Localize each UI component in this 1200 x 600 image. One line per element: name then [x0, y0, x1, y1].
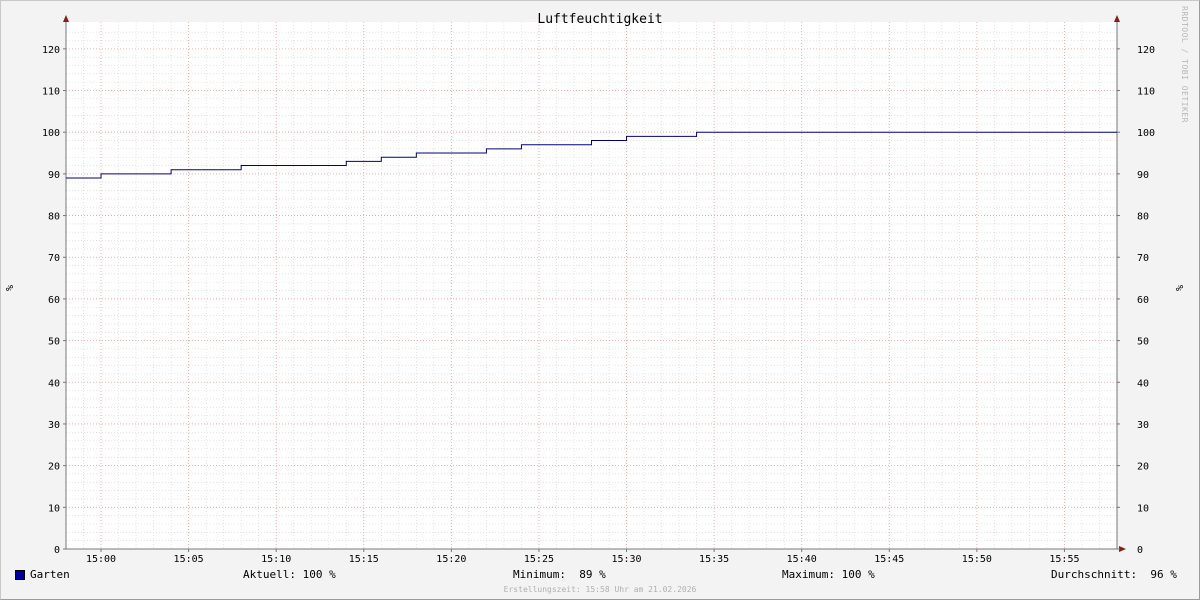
y-tick-label-right: 30 [1137, 420, 1149, 431]
y-tick-label-left: 30 [48, 420, 60, 431]
x-tick-label: 15:45 [874, 554, 904, 565]
y-tick-label-right: 80 [1137, 212, 1149, 223]
legend-average: Durchschnitt: 96 % [1051, 568, 1177, 581]
y-tick-label-right: 110 [1137, 87, 1155, 98]
x-tick-label: 15:15 [349, 554, 379, 565]
y-tick-label-right: 50 [1137, 337, 1149, 348]
rrdtool-watermark: RRDTOOL / TOBI OETIKER [1180, 6, 1189, 123]
x-tick-label: 15:10 [261, 554, 291, 565]
y-axis-label-left: % [5, 285, 16, 291]
x-tick-label: 15:40 [787, 554, 817, 565]
y-axis-label-right: % [1175, 285, 1186, 291]
y-tick-label-left: 110 [42, 87, 60, 98]
x-tick-label: 15:00 [86, 554, 116, 565]
y-tick-label-right: 60 [1137, 295, 1149, 306]
y-tick-label-left: 0 [54, 545, 60, 556]
legend-minimum: Minimum: 89 % [513, 568, 606, 581]
y-tick-label-left: 20 [48, 462, 60, 473]
y-tick-label-right: 40 [1137, 378, 1149, 389]
x-tick-label: 15:50 [962, 554, 992, 565]
legend: Garten Aktuell: 100 % Minimum: 89 % Maxi… [0, 568, 1200, 584]
x-tick-label: 15:05 [174, 554, 204, 565]
y-axis-right-arrow [1114, 15, 1120, 22]
y-tick-label-right: 10 [1137, 503, 1149, 514]
y-tick-label-right: 70 [1137, 253, 1149, 264]
x-tick-label: 15:55 [1049, 554, 1079, 565]
y-tick-label-left: 70 [48, 253, 60, 264]
y-axis-left-arrow [63, 15, 69, 22]
y-tick-label-left: 120 [42, 45, 60, 56]
y-tick-label-right: 100 [1137, 128, 1155, 139]
y-tick-label-right: 90 [1137, 170, 1149, 181]
x-tick-label: 15:35 [699, 554, 729, 565]
y-tick-label-right: 20 [1137, 462, 1149, 473]
x-axis-arrow [1119, 546, 1126, 552]
humidity-chart: 0 0 10 10 20 20 30 30 40 40 50 50 60 60 70 70 80 80 90 90 10… [5, 12, 1186, 565]
x-tick-label: 15:25 [524, 554, 554, 565]
legend-current: Aktuell: 100 % [243, 568, 336, 581]
x-tick-label: 15:20 [436, 554, 466, 565]
y-tick-label-left: 90 [48, 170, 60, 181]
x-tick-label: 15:30 [611, 554, 641, 565]
y-tick-label-left: 40 [48, 378, 60, 389]
chart-title: Luftfeuchtigkeit [537, 12, 662, 27]
y-tick-label-left: 50 [48, 337, 60, 348]
legend-series-name: Garten [30, 568, 70, 581]
y-tick-label-left: 80 [48, 212, 60, 223]
y-tick-label-left: 60 [48, 295, 60, 306]
y-tick-label-right: 120 [1137, 45, 1155, 56]
y-tick-label-left: 10 [48, 503, 60, 514]
legend-maximum: Maximum: 100 % [782, 568, 875, 581]
y-tick-label-right: 0 [1137, 545, 1143, 556]
legend-swatch [15, 570, 25, 580]
y-tick-label-left: 100 [42, 128, 60, 139]
creation-time: Erstellungszeit: 15:58 Uhr am 21.02.2026 [503, 585, 697, 594]
